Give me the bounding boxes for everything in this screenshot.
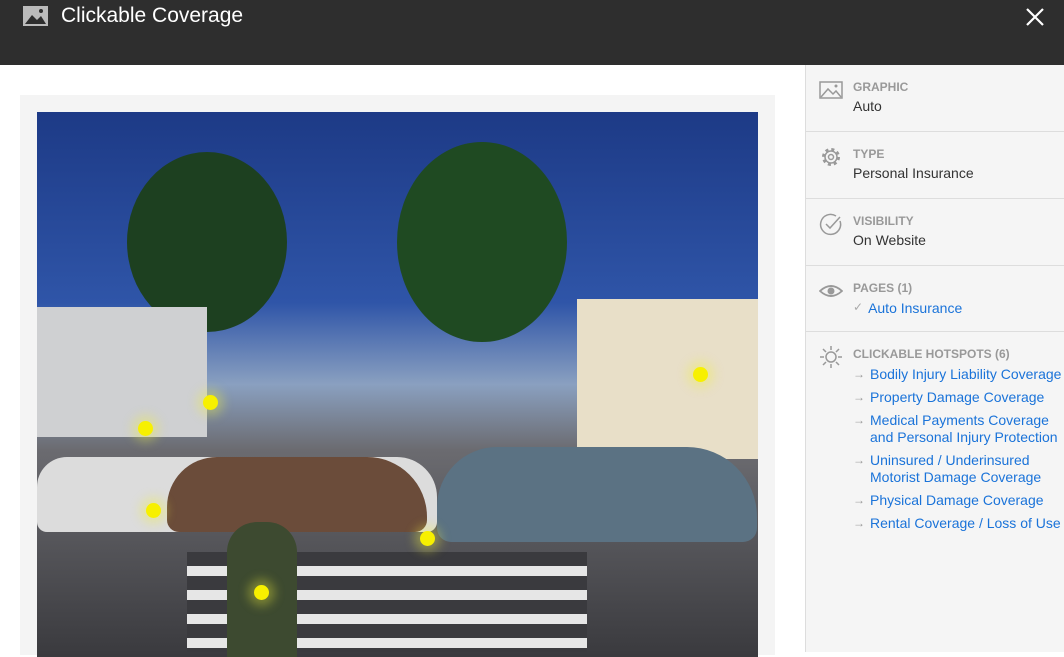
visibility-section: VISIBILITY On Website <box>806 199 1064 266</box>
image-icon <box>819 81 843 99</box>
hotspots-section: CLICKABLE HOTSPOTS (6) → Bodily Injury Li… <box>806 332 1064 546</box>
hotspot-link[interactable]: Rental Coverage / Loss of Use <box>870 515 1061 532</box>
repair-shop-building <box>37 307 207 437</box>
hotspot-link[interactable]: Medical Payments Coverage and Personal I… <box>870 412 1064 446</box>
check-icon: ✓ <box>853 300 864 314</box>
hotspot-medical-payments[interactable] <box>203 395 218 410</box>
check-circle-icon <box>819 213 842 236</box>
sun-icon <box>820 346 842 368</box>
type-value: Personal Insurance <box>853 165 974 181</box>
eye-icon <box>819 285 843 297</box>
arrow-right-icon: → <box>853 367 865 381</box>
tree <box>127 152 287 332</box>
hotspot-item: → Medical Payments Coverage and Personal … <box>853 412 1064 446</box>
pages-label: PAGES (1) <box>853 281 913 295</box>
gear-icon <box>822 148 840 166</box>
pages-section: PAGES (1) ✓ Auto Insurance <box>806 266 1064 332</box>
brown-sedan <box>167 457 427 532</box>
type-section: TYPE Personal Insurance <box>806 132 1064 199</box>
arrow-right-icon: → <box>853 493 865 507</box>
hotspot-item: → Bodily Injury Liability Coverage <box>853 366 1064 383</box>
arrow-right-icon: → <box>853 413 865 427</box>
hotspot-link[interactable]: Bodily Injury Liability Coverage <box>870 366 1061 383</box>
graphic-value: Auto <box>853 98 882 114</box>
arrow-right-icon: → <box>853 390 865 404</box>
details-sidebar: GRAPHIC Auto TYPE Personal Insurance VIS… <box>805 65 1064 652</box>
hotspot-uninsured-motorist[interactable] <box>254 585 269 600</box>
tree <box>397 142 567 342</box>
hotspot-item: → Rental Coverage / Loss of Use <box>853 515 1064 532</box>
visibility-value: On Website <box>853 232 926 248</box>
hotspot-item: → Uninsured / Underinsured Motorist Damag… <box>853 452 1064 486</box>
hotspot-link[interactable]: Property Damage Coverage <box>870 389 1044 406</box>
hotspot-rental-coverage[interactable] <box>693 367 708 382</box>
graphic-section: GRAPHIC Auto <box>806 65 1064 132</box>
close-icon[interactable] <box>1022 2 1048 28</box>
hotspot-physical-damage[interactable] <box>146 503 161 518</box>
graphic-label: GRAPHIC <box>853 80 909 94</box>
image-frame <box>20 95 775 657</box>
hotspot-link[interactable]: Physical Damage Coverage <box>870 492 1044 509</box>
modal-title: Clickable Coverage <box>61 4 244 27</box>
visibility-label: VISIBILITY <box>853 214 914 228</box>
hotspot-item: → Physical Damage Coverage <box>853 492 1064 509</box>
page-item: ✓ Auto Insurance <box>853 300 1064 317</box>
arrow-right-icon: → <box>853 516 865 530</box>
suv <box>437 447 757 542</box>
modal-header: Clickable Coverage <box>0 0 1064 65</box>
auto-accident-scene-image <box>37 112 758 657</box>
hotspot-bodily-injury[interactable] <box>138 421 153 436</box>
hotspot-property-damage[interactable] <box>420 531 435 546</box>
arrow-right-icon: → <box>853 453 865 467</box>
graphic-preview <box>0 65 805 657</box>
hotspots-label: CLICKABLE HOTSPOTS (6) <box>853 347 1010 361</box>
hotspot-link[interactable]: Uninsured / Underinsured Motorist Damage… <box>870 452 1064 486</box>
type-label: TYPE <box>853 147 885 161</box>
hotspot-item: → Property Damage Coverage <box>853 389 1064 406</box>
image-icon <box>23 6 48 26</box>
page-link-auto-insurance[interactable]: Auto Insurance <box>868 300 962 317</box>
rental-car-building <box>577 299 758 459</box>
